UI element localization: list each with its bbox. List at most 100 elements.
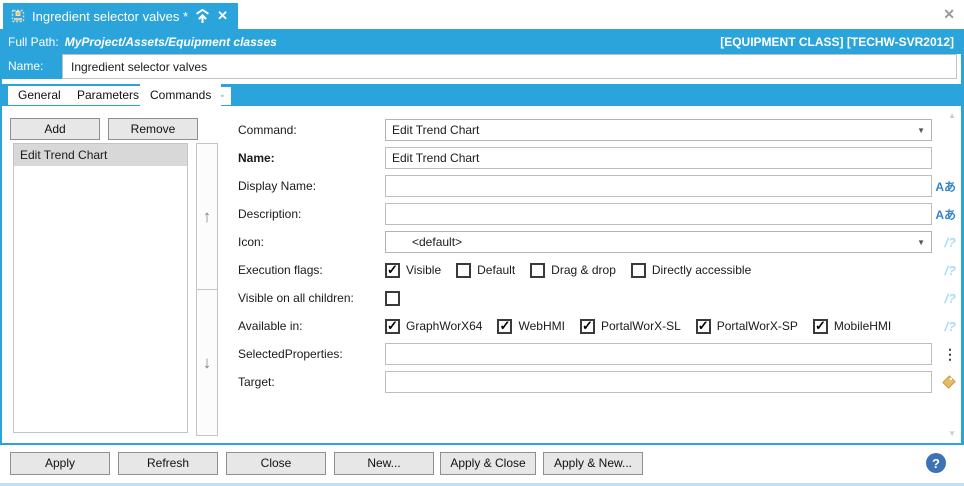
checkbox-portalworx-sl[interactable]: PortalWorX-SL <box>579 318 681 334</box>
localization-icon[interactable]: Aあ <box>935 206 956 223</box>
checkbox-graphworx64[interactable]: GraphWorX64 <box>385 318 483 334</box>
checkbox-icon <box>579 318 595 334</box>
checkbox-label: Drag & drop <box>551 263 616 277</box>
add-command-button[interactable]: Add <box>10 118 100 140</box>
checkbox-icon <box>456 262 472 278</box>
execution-flags-label: Execution flags: <box>238 263 323 277</box>
checkbox-icon <box>812 318 828 334</box>
checkbox-icon <box>630 262 646 278</box>
new-button[interactable]: New... <box>334 452 434 475</box>
command-name-input[interactable] <box>385 147 932 169</box>
name-field-label: Name: <box>238 151 275 165</box>
title-row: Ingredient selector valves * ✕ ✕ <box>0 0 964 29</box>
checkbox-label: MobileHMI <box>833 319 892 333</box>
localization-icon[interactable]: Aあ <box>935 178 956 195</box>
display-name-input[interactable] <box>385 175 932 197</box>
available-in-row: Available in: GraphWorX64 WebHMI PortalW… <box>238 315 956 337</box>
checkbox-webhmi[interactable]: WebHMI <box>497 318 565 334</box>
description-label: Description: <box>238 207 302 221</box>
tab-commands[interactable]: Commands <box>140 82 222 110</box>
more-options-icon[interactable]: ⋮ <box>943 346 957 363</box>
selected-properties-input[interactable] <box>385 343 932 365</box>
display-name-label: Display Name: <box>238 179 317 193</box>
refresh-button[interactable]: Refresh <box>118 452 218 475</box>
checkbox-portalworx-sp[interactable]: PortalWorX-SP <box>695 318 798 334</box>
selected-properties-label: SelectedProperties: <box>238 347 343 361</box>
scroll-down-icon[interactable]: ▼ <box>948 429 956 438</box>
help-icon[interactable]: ? <box>926 453 946 473</box>
icon-label: Icon: <box>238 235 265 249</box>
context-badges: [EQUIPMENT CLASS] [TECHW-SVR2012] <box>720 34 954 49</box>
execution-flags-row: Execution flags: Visible Default Drag & … <box>238 259 956 281</box>
name-input[interactable] <box>62 54 957 79</box>
checkbox-label: GraphWorX64 <box>406 319 483 333</box>
reorder-column: ↑ ↓ <box>196 143 218 437</box>
available-in-label: Available in: <box>238 319 303 333</box>
checkbox-icon <box>385 318 400 334</box>
checkbox-drag-drop[interactable]: Drag & drop <box>530 262 616 278</box>
chevron-down-icon: ▼ <box>917 238 925 247</box>
tab-general[interactable]: General <box>8 86 71 105</box>
global-alias-icon[interactable]: /? <box>944 319 956 334</box>
description-input[interactable] <box>385 203 932 225</box>
list-item[interactable]: Edit Trend Chart <box>14 144 187 166</box>
equipment-class-icon <box>11 9 25 23</box>
command-label: Command: <box>238 123 297 137</box>
icon-row: Icon: <default> ▼ /? <box>238 231 956 253</box>
full-path-label: Full Path: <box>8 34 59 49</box>
document-tab[interactable]: Ingredient selector valves * ✕ <box>3 3 238 29</box>
target-input[interactable] <box>385 371 932 393</box>
checkbox-label: Visible <box>406 263 442 277</box>
checkbox-label: Default <box>477 263 516 277</box>
visible-on-all-children-row: Visible on all children: /? <box>238 287 956 309</box>
name-label: Name: <box>0 54 62 79</box>
global-alias-icon[interactable]: /? <box>944 291 956 306</box>
float-up-icon[interactable] <box>195 8 210 24</box>
document-close-icon[interactable]: ✕ <box>217 8 228 24</box>
tab-parameters[interactable]: Parameters <box>67 86 150 105</box>
move-up-button[interactable]: ↑ <box>196 143 218 290</box>
target-label: Target: <box>238 375 275 389</box>
checkbox-mobilehmi[interactable]: MobileHMI <box>812 318 892 334</box>
checkbox-label: Directly accessible <box>651 263 752 277</box>
checkbox-label: PortalWorX-SL <box>600 319 681 333</box>
close-button[interactable]: Close <box>226 452 326 475</box>
apply-button[interactable]: Apply <box>10 452 110 475</box>
global-alias-icon[interactable]: /? <box>944 263 956 278</box>
down-arrow-icon: ↓ <box>202 352 212 372</box>
description-row: Description: Aあ <box>238 203 956 225</box>
checkbox-icon <box>497 318 513 334</box>
checkbox-label: WebHMI <box>518 319 565 333</box>
command-dropdown[interactable]: Edit Trend Chart ▼ <box>385 119 932 141</box>
checkbox-visible[interactable]: Visible <box>385 262 442 278</box>
chevron-down-icon: ▼ <box>917 126 925 135</box>
checkbox-default[interactable]: Default <box>456 262 516 278</box>
apply-and-new-button[interactable]: Apply & New... <box>543 452 643 475</box>
command-dropdown-value: Edit Trend Chart <box>392 123 480 137</box>
name-field-row: Name: <box>238 147 956 169</box>
commands-tab-content: Add Remove Edit Trend Chart ↑ ↓ ▲ ▼ Comm… <box>0 106 964 443</box>
icon-dropdown[interactable]: <default> ▼ <box>385 231 932 253</box>
checkbox-visible-on-all-children[interactable] <box>385 290 400 306</box>
apply-and-close-button[interactable]: Apply & Close <box>440 452 536 475</box>
window-close-icon[interactable]: ✕ <box>943 6 955 23</box>
icon-dropdown-value: <default> <box>412 235 463 249</box>
command-list: Edit Trend Chart <box>13 143 188 433</box>
full-path-value: MyProject/Assets/Equipment classes <box>64 34 277 49</box>
tab-strip: General Parameters Commands + <box>0 82 964 110</box>
checkbox-icon <box>385 262 400 278</box>
visible-on-all-children-label: Visible on all children: <box>238 291 354 305</box>
move-down-button[interactable]: ↓ <box>196 289 218 436</box>
checkbox-icon <box>530 262 546 278</box>
global-alias-icon[interactable]: /? <box>944 235 956 250</box>
checkbox-icon <box>695 318 711 334</box>
command-row: Command: Edit Trend Chart ▼ <box>238 119 956 141</box>
target-row: Target: <box>238 371 956 393</box>
checkbox-icon <box>385 290 400 306</box>
display-name-row: Display Name: Aあ <box>238 175 956 197</box>
footer-bar: Apply Refresh Close New... Apply & Close… <box>0 445 964 483</box>
remove-command-button[interactable]: Remove <box>108 118 198 140</box>
checkbox-directly-accessible[interactable]: Directly accessible <box>630 262 752 278</box>
tag-icon[interactable] <box>941 374 956 390</box>
selected-properties-row: SelectedProperties: ⋮ <box>238 343 957 365</box>
